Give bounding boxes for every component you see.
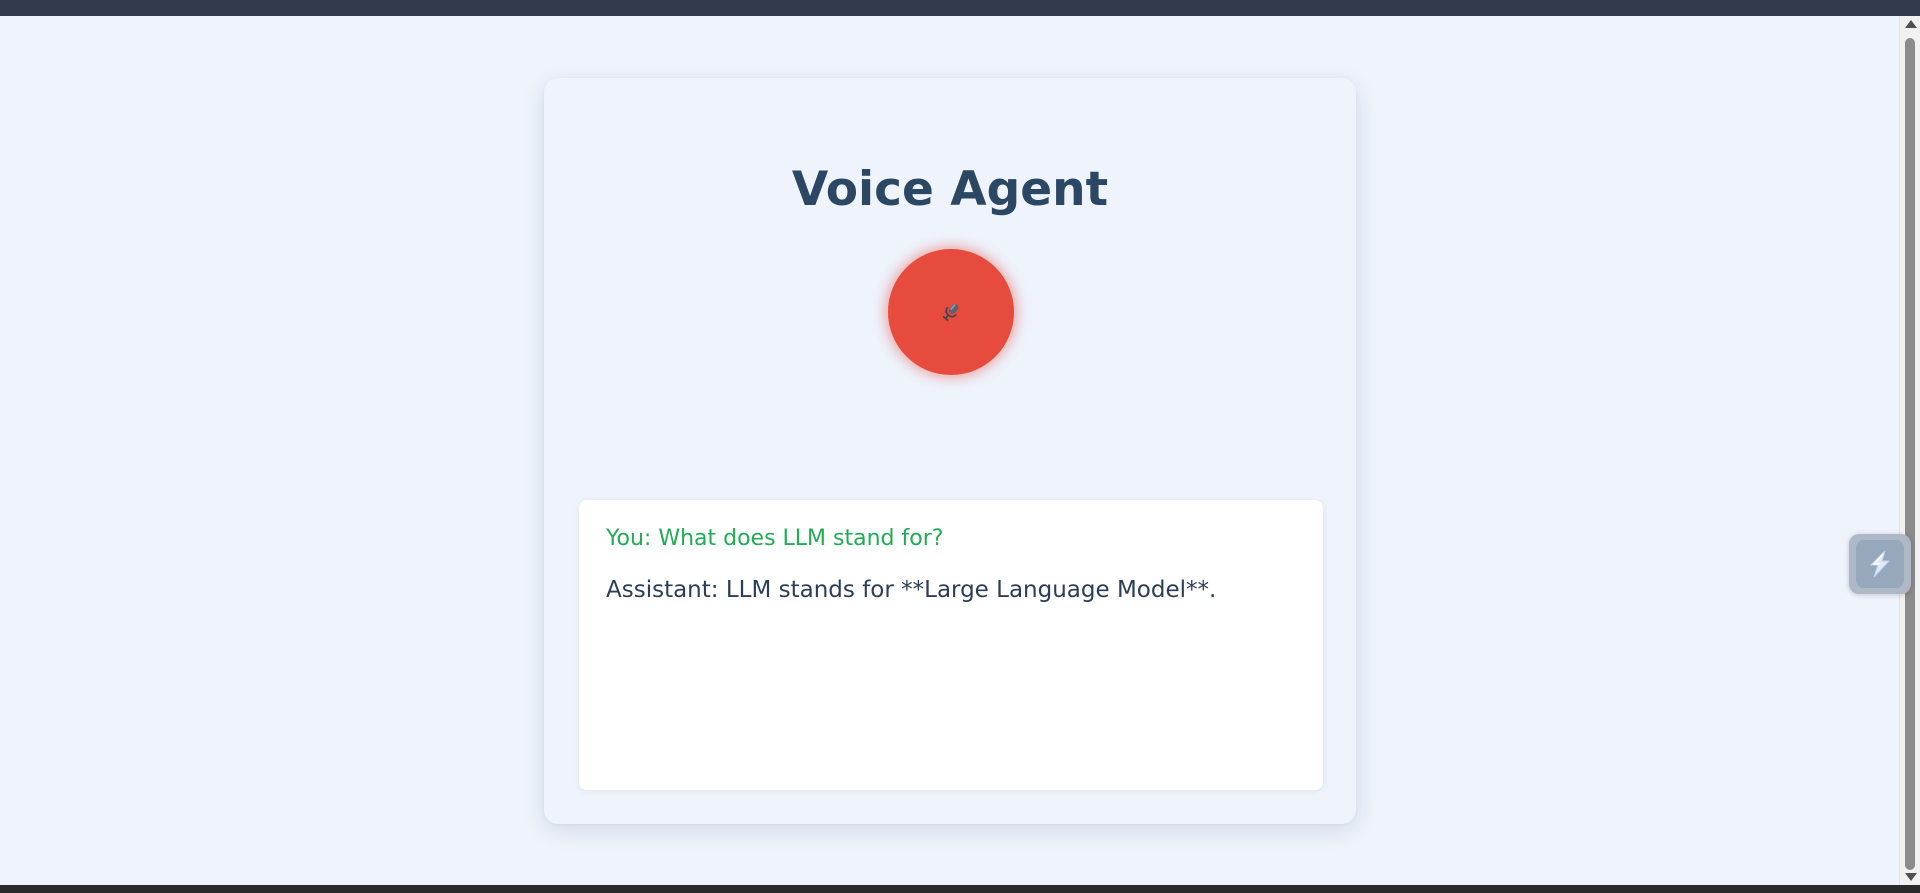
microphone-icon bbox=[942, 303, 959, 322]
bottom-taskbar-edge bbox=[0, 885, 1920, 893]
scroll-up-arrow-icon[interactable] bbox=[1905, 20, 1917, 28]
page-viewport: Voice Agent You: What does LLM stand for… bbox=[0, 16, 1900, 885]
extension-lightning-icon bbox=[1869, 550, 1891, 578]
assistant-message: Assistant: LLM stands for **Large Langua… bbox=[606, 577, 1217, 603]
page-title: Voice Agent bbox=[791, 162, 1109, 217]
transcript-panel: You: What does LLM stand for? Assistant:… bbox=[579, 500, 1323, 790]
scroll-thumb[interactable] bbox=[1905, 38, 1915, 870]
widget-inner bbox=[1856, 540, 1904, 588]
voice-agent-card: Voice Agent You: What does LLM stand for… bbox=[544, 78, 1356, 824]
floating-extension-button[interactable] bbox=[1849, 534, 1911, 594]
vertical-scrollbar[interactable] bbox=[1899, 16, 1920, 885]
mic-button[interactable] bbox=[888, 249, 1014, 375]
user-message: You: What does LLM stand for? bbox=[606, 526, 944, 551]
browser-top-bar bbox=[0, 0, 1920, 16]
scroll-down-arrow-icon[interactable] bbox=[1905, 873, 1917, 881]
